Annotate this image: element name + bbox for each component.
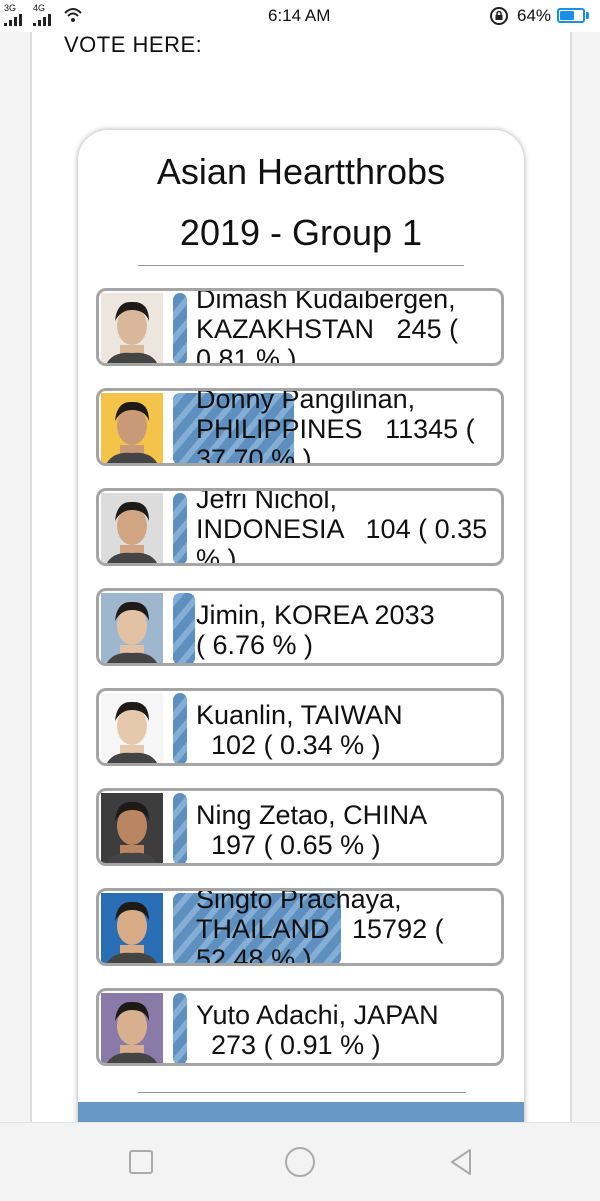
- vote-stats: ( 6.76 % ): [196, 630, 314, 660]
- candidate-photo: [101, 793, 163, 863]
- candidate-name: Jimin, KOREA 2033: [196, 600, 435, 630]
- candidate-name: Yuto Adachi, JAPAN: [196, 1000, 439, 1030]
- poll-option[interactable]: Kuanlin, TAIWAN 102 ( 0.34 % ): [96, 688, 504, 766]
- poll-option[interactable]: Singto Prachaya, THAILAND 15792 ( 52.48 %…: [96, 888, 504, 966]
- vote-stats: KAZAKHSTAN 245 ( 0.81 % ): [196, 314, 466, 366]
- option-label: Ning Zetao, CHINA 197 ( 0.65 % ): [196, 800, 491, 860]
- clock: 6:14 AM: [268, 6, 331, 25]
- home-icon[interactable]: [283, 1145, 317, 1179]
- option-label: Jimin, KOREA 2033( 6.76 % ): [196, 600, 491, 660]
- battery-tip: [586, 12, 589, 19]
- signal-icon-2: [33, 14, 51, 26]
- poll-title: Asian Heartthrobs: [156, 151, 446, 192]
- divider-bottom: [138, 1092, 466, 1093]
- vote-stats: THAILAND 15792 ( 52.48 % ): [196, 914, 452, 966]
- vote-share-bar: [173, 293, 187, 363]
- recent-apps-icon[interactable]: [124, 1145, 158, 1179]
- candidate-name: Donny Pangilinan,: [196, 388, 416, 414]
- candidate-photo: [101, 493, 163, 563]
- network-type-1: 3G: [4, 3, 17, 13]
- candidate-photo: [101, 693, 163, 763]
- candidate-photo: [101, 993, 163, 1063]
- option-label: Jefri Nichol, INDONESIA 104 ( 0.35 % ): [196, 488, 495, 566]
- vote-share-bar: [173, 693, 187, 763]
- battery-icon: [557, 8, 585, 23]
- poll-option[interactable]: Donny Pangilinan, PHILIPPINES 11345 ( 37.…: [96, 388, 504, 466]
- poll-option[interactable]: Yuto Adachi, JAPAN 273 ( 0.91 % ): [96, 988, 504, 1066]
- vote-here-label: VOTE HERE:: [64, 32, 203, 57]
- option-label: Dimash Kudaibergen, KAZAKHSTAN 245 ( 0.81…: [196, 288, 491, 366]
- vote-stats: 273 ( 0.91 % ): [196, 1030, 381, 1060]
- poll-option[interactable]: Jimin, KOREA 2033( 6.76 % ): [96, 588, 504, 666]
- rotation-lock-icon: [490, 7, 508, 25]
- wifi-icon: [64, 8, 82, 22]
- back-icon[interactable]: [444, 1145, 478, 1179]
- divider: [138, 265, 464, 266]
- candidate-photo: [101, 393, 163, 463]
- status-bar: 3G 4G 6:14 AM 64%: [0, 0, 600, 32]
- navigation-bar: [0, 1122, 600, 1201]
- candidate-name: Dimash Kudaibergen,: [196, 288, 456, 314]
- candidate-photo: [101, 293, 163, 363]
- candidate-name: Kuanlin, TAIWAN: [196, 700, 403, 730]
- web-page: VOTE HERE: Asian Heartthrobs 2019 - Grou…: [30, 32, 572, 1140]
- poll-option[interactable]: Dimash Kudaibergen, KAZAKHSTAN 245 ( 0.81…: [96, 288, 504, 366]
- vote-stats: 102 ( 0.34 % ): [196, 730, 381, 760]
- option-label: Donny Pangilinan, PHILIPPINES 11345 ( 37.…: [196, 388, 491, 466]
- option-label: Singto Prachaya, THAILAND 15792 ( 52.48 %…: [196, 888, 491, 966]
- vote-share-bar: [173, 593, 195, 663]
- candidate-name: Singto Prachaya,: [196, 888, 402, 914]
- vote-share-bar: [173, 793, 187, 863]
- vote-share-bar: [173, 993, 187, 1063]
- option-label: Yuto Adachi, JAPAN 273 ( 0.91 % ): [196, 1000, 491, 1060]
- poll-subtitle: 2019 - Group 1: [179, 212, 423, 253]
- candidate-name: Ning Zetao, CHINA: [196, 800, 428, 830]
- signal-icon: [4, 14, 22, 26]
- poll-widget: Asian Heartthrobs 2019 - Group 1 Dimash …: [78, 130, 524, 1140]
- vote-stats: PHILIPPINES 11345 ( 37.70 % ): [196, 414, 483, 466]
- poll-option[interactable]: Jefri Nichol, INDONESIA 104 ( 0.35 % ): [96, 488, 504, 566]
- battery-percent: 64%: [517, 6, 552, 25]
- vote-stats: 197 ( 0.65 % ): [196, 830, 381, 860]
- candidate-photo: [101, 593, 163, 663]
- vote-share-bar: [173, 493, 187, 563]
- option-label: Kuanlin, TAIWAN 102 ( 0.34 % ): [196, 700, 491, 760]
- poll-option[interactable]: Ning Zetao, CHINA 197 ( 0.65 % ): [96, 788, 504, 866]
- candidate-name: Jefri Nichol,: [196, 488, 338, 514]
- network-type-2: 4G: [33, 3, 46, 13]
- candidate-photo: [101, 893, 163, 963]
- vote-stats: INDONESIA 104 ( 0.35 % ): [196, 514, 495, 566]
